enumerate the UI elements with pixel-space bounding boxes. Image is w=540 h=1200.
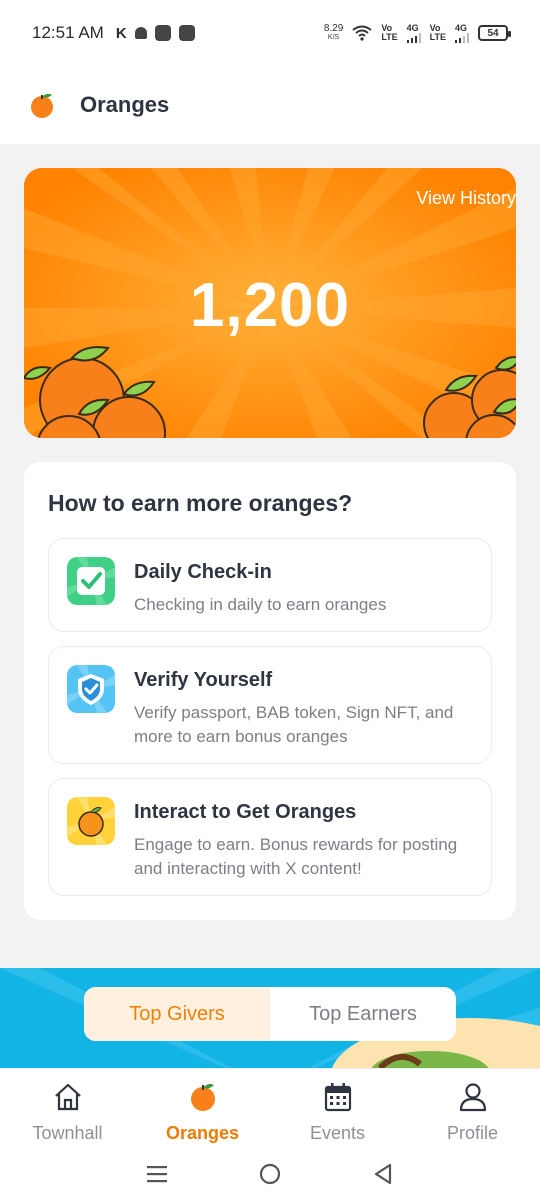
circle-icon <box>259 1163 281 1185</box>
check-icon <box>67 557 115 605</box>
nav-item-oranges[interactable]: Oranges <box>135 1069 270 1148</box>
battery-icon: 54 <box>478 25 511 41</box>
earn-item-daily-checkin[interactable]: Daily Check-in Checking in daily to earn… <box>48 538 492 632</box>
earn-section-title: How to earn more oranges? <box>48 490 353 516</box>
leaderboard-tabs: Top Givers Top Earners <box>84 987 456 1041</box>
calendar-icon <box>324 1083 351 1112</box>
earn-item-description: Verify passport, BAB token, Sign NFT, an… <box>134 703 454 746</box>
status-bar: 12:51 AM K 8.29 K/S Vo LTE 4G Vo LTE 4G … <box>0 0 540 66</box>
sim2-label: Vo LTE <box>429 23 446 42</box>
earn-item-description: Engage to earn. Bonus rewards for postin… <box>134 835 458 878</box>
wifi-icon <box>352 25 372 41</box>
recent-apps-button[interactable] <box>142 1159 172 1189</box>
earn-item-title: Daily Check-in <box>134 561 272 583</box>
nav-label: Oranges <box>165 1123 240 1143</box>
earn-panel: How to earn more oranges? Daily Check-in… <box>24 462 516 920</box>
home-icon <box>54 1083 81 1111</box>
nav-item-profile[interactable]: Profile <box>405 1069 540 1148</box>
nav-item-townhall[interactable]: Townhall <box>0 1069 135 1148</box>
gallery-icon <box>178 25 195 41</box>
nav-label: Events <box>309 1123 366 1143</box>
app-notification-icon <box>154 25 171 41</box>
earn-item-title: Verify Yourself <box>134 669 273 691</box>
bell-icon <box>134 27 147 39</box>
menu-icon <box>146 1166 167 1183</box>
leaderboard-banner: Top Givers Top Earners <box>0 968 540 1068</box>
tab-top-earners[interactable]: Top Earners <box>270 987 456 1041</box>
user-icon <box>459 1083 486 1112</box>
earn-item-interact[interactable]: Interact to Get Oranges Engage to earn. … <box>48 778 492 896</box>
nav-label: Townhall <box>32 1123 103 1143</box>
network-speed: 8.29 K/S <box>323 23 344 42</box>
tab-top-givers[interactable]: Top Givers <box>84 987 270 1041</box>
page-title: Oranges <box>80 92 170 117</box>
earn-item-title: Interact to Get Oranges <box>134 801 357 823</box>
status-time: 12:51 AM <box>32 23 104 42</box>
kite-icon: K <box>115 24 127 42</box>
sim1-label: Vo LTE <box>381 23 398 42</box>
sim1-type: 4G <box>406 22 419 33</box>
home-button[interactable] <box>255 1159 285 1189</box>
bottom-navigation: Townhall Oranges Events Profile <box>0 1068 540 1148</box>
system-navigation <box>0 1148 540 1200</box>
earn-item-verify-yourself[interactable]: Verify Yourself Verify passport, BAB tok… <box>48 646 492 764</box>
nav-label: Profile <box>446 1123 499 1143</box>
earn-item-description: Checking in daily to earn oranges <box>134 595 387 614</box>
orange-icon <box>31 93 53 118</box>
view-history-link[interactable]: View History <box>416 188 516 209</box>
back-button[interactable] <box>368 1159 398 1189</box>
back-triangle-icon <box>375 1163 392 1185</box>
orange-icon <box>67 797 115 845</box>
signal-icon <box>455 32 469 43</box>
orange-balance: 1,200 <box>189 271 351 340</box>
sim2-type: 4G <box>455 22 468 33</box>
app-header: Oranges <box>0 66 540 144</box>
orange-icon <box>190 1084 215 1111</box>
signal-icon <box>406 32 421 43</box>
nav-item-events[interactable]: Events <box>270 1069 405 1148</box>
shield-check-icon <box>67 665 115 713</box>
